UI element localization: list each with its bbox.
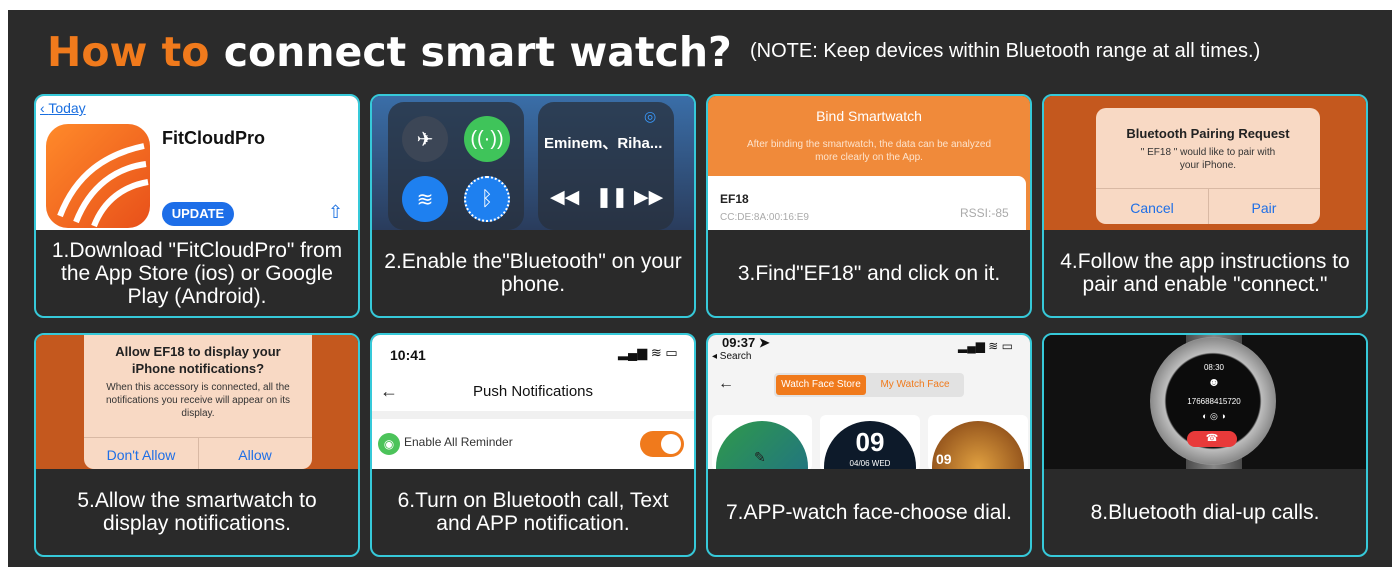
device-rssi: RSSI:-85 [960,206,1009,220]
reminder-icon: ◉ [378,433,400,455]
bind-description: After binding the smartwatch, the data c… [746,139,992,163]
watch-face-store-screenshot: 09:37 ➤ ◂ Search ▂▄▆ ≋ ▭ ← Watch Face St… [708,335,1030,469]
search-back-link[interactable]: ◂ Search [712,351,751,362]
watch-face-time-3: 09 [936,451,952,467]
step-card-7: 09:37 ➤ ◂ Search ▂▄▆ ≋ ▭ ← Watch Face St… [706,333,1032,557]
push-notifications-screenshot: 10:41 ▂▄▆ ≋ ▭ ← Push Notifications ◉ Ena… [372,335,694,469]
pause-icon[interactable]: ❚❚ [596,186,628,209]
share-icon[interactable]: ⇧ [328,202,343,223]
app-name: FitCloudPro [162,128,265,148]
update-button[interactable]: UPDATE [162,202,234,226]
airplane-icon[interactable]: ✈ [402,116,448,162]
step-card-2: ✈ ((·)) ≋ ᛒ ◎ Eminem、Riha... ◀◀ ❚❚ ▶▶ 2.… [370,94,696,318]
bind-smartwatch-screenshot: Bind Smartwatch After binding the smartw… [708,96,1030,230]
bluetooth-icon[interactable]: ᛒ [464,176,510,222]
push-notifications-header: Push Notifications [472,383,594,400]
enable-all-reminder-toggle[interactable] [640,431,684,457]
call-controls-icons: ◐ ◎ ◑ [1202,411,1226,421]
watch-face-date: 04/06 WED [849,459,891,468]
device-mac: CC:DE:8A:00:16:E9 [720,212,809,223]
step-caption-4: 4.Follow the app instructions to pair an… [1060,250,1350,296]
caller-avatar-icon: ☻ [1207,375,1221,389]
smartwatch-call-screenshot: 08:30 ☻ 176688415720 ◐ ◎ ◑ ☎ [1044,335,1366,469]
step-card-3: Bind Smartwatch After binding the smartw… [706,94,1032,318]
allow-button[interactable]: Allow [198,447,312,463]
end-call-button[interactable]: ☎ [1187,431,1237,447]
now-playing-title: Eminem、Riha... [544,135,663,152]
pairing-dialog-body: " EF18 " would like to pair with your iP… [1140,147,1276,171]
forward-icon[interactable]: ▶▶ [634,186,663,209]
caller-number: 176688415720 [1187,397,1241,406]
app-store-screenshot: ‹ Today FitCloudPro UPDATE ⇧ [36,96,358,230]
pairing-dialog-title: Bluetooth Pairing Request [1126,126,1290,141]
control-center-screenshot: ✈ ((·)) ≋ ᛒ ◎ Eminem、Riha... ◀◀ ❚❚ ▶▶ [372,96,694,230]
step-card-5: Allow EF18 to display your iPhone notifi… [34,333,360,557]
step-card-4: Bluetooth Pairing Request " EF18 " would… [1042,94,1368,318]
watch-face-tile[interactable]: 09 [928,415,1028,469]
dont-allow-button[interactable]: Don't Allow [84,447,198,463]
step-card-8: 08:30 ☻ 176688415720 ◐ ◎ ◑ ☎ 8.Bluetooth… [1042,333,1368,557]
status-time: 10:41 [390,347,426,363]
status-icons: ▂▄▆ ≋ ▭ [618,345,678,360]
cellular-icon[interactable]: ((·)) [464,116,510,162]
divider [372,411,694,419]
rewind-icon[interactable]: ◀◀ [550,186,579,209]
pair-button[interactable]: Pair [1208,200,1320,216]
step-caption-8: 8.Bluetooth dial-up calls. [1090,500,1320,524]
enable-all-reminder-label: Enable All Reminder [404,435,513,449]
step-card-1: ‹ Today FitCloudPro UPDATE ⇧ 1.Download … [34,94,360,318]
status-time: 09:37 ➤ [722,335,770,350]
back-arrow-icon[interactable]: ← [718,375,734,393]
fitcloudpro-app-icon [46,124,150,228]
step-caption-1: 1.Download "FitCloudPro" from the App St… [51,238,343,308]
step-caption-7: 7.APP-watch face-choose dial. [726,500,1012,524]
step-card-6: 10:41 ▂▄▆ ≋ ▭ ← Push Notifications ◉ Ena… [370,333,696,557]
step-caption-5: 5.Allow the smartwatch to display notifi… [77,489,317,535]
title-part-white: connect smart watch? [223,28,732,76]
status-icons: ▂▄▆ ≋ ▭ [958,339,1014,353]
title-part-orange: How to [47,28,210,76]
device-name: EF18 [720,192,749,206]
pairing-request-screenshot: Bluetooth Pairing Request " EF18 " would… [1044,96,1366,230]
tab-my-watch-face[interactable]: My Watch Face [868,375,962,395]
step-caption-6: 6.Turn on Bluetooth call, Text and APP n… [397,489,669,535]
back-today-link[interactable]: ‹ Today [40,100,86,116]
allow-notifications-screenshot: Allow EF18 to display your iPhone notifi… [36,335,358,469]
wifi-icon[interactable]: ≋ [402,176,448,222]
notification-dialog-title: Allow EF18 to display your iPhone notifi… [115,344,281,376]
step-caption-3: 3.Find"EF18" and click on it. [737,261,1001,285]
notification-dialog-body: When this accessory is connected, all th… [106,382,290,419]
pairing-dialog: Bluetooth Pairing Request " EF18 " would… [1096,108,1320,224]
back-label: Today [48,100,86,116]
airplay-icon[interactable]: ◎ [644,108,656,125]
tab-watch-face-store[interactable]: Watch Face Store [776,375,866,395]
watch-time: 08:30 [1203,363,1225,372]
bind-header: Bind Smartwatch [816,108,922,124]
step-caption-2: 2.Enable the"Bluetooth" on your phone. [384,250,682,296]
edit-icon: ✎ [754,449,766,465]
notification-dialog: Allow EF18 to display your iPhone notifi… [84,335,312,469]
status-time-text: 09:37 [722,335,756,350]
bluetooth-range-note: (NOTE: Keep devices within Bluetooth ran… [750,40,1261,62]
watch-face-time: 09 [855,427,885,457]
watch-face-tile[interactable]: ✎ [712,415,812,469]
page-title: How to connect smart watch? [47,22,732,82]
cancel-button[interactable]: Cancel [1096,200,1208,216]
watch-face-tile[interactable]: 09 04/06 WED [820,415,920,469]
